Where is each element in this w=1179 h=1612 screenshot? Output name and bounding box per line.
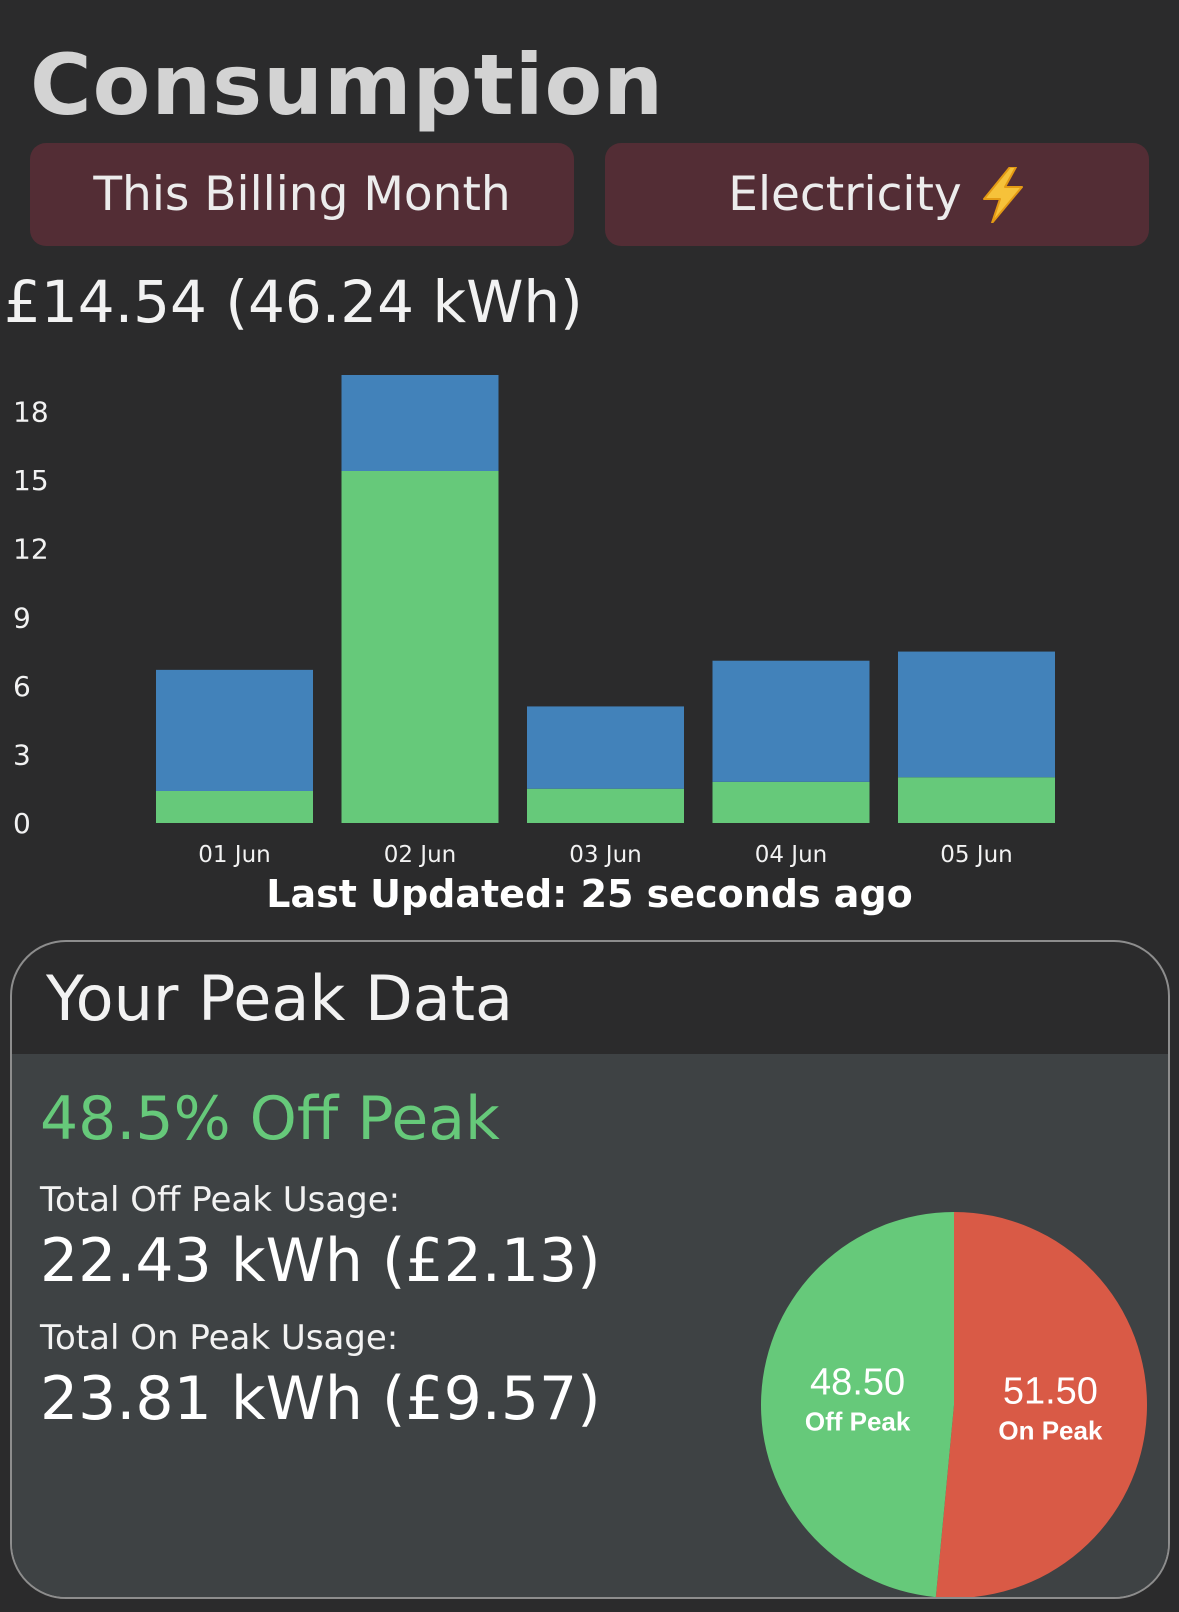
- on-peak-usage-value: 23.81 kWh (£9.57): [40, 1364, 601, 1434]
- y-tick-label: 3: [13, 738, 31, 771]
- cost-usage-summary: £14.54 (46.24 kWh): [4, 268, 583, 336]
- y-tick-label: 9: [13, 601, 31, 634]
- y-tick-label: 12: [13, 533, 49, 566]
- x-category-label: 05 Jun: [940, 842, 1013, 868]
- off-peak-usage-label: Total Off Peak Usage:: [40, 1180, 401, 1220]
- billing-period-label: This Billing Month: [93, 167, 511, 222]
- billing-period-button[interactable]: This Billing Month: [30, 143, 574, 246]
- x-category-label: 01 Jun: [198, 842, 271, 868]
- pie-label-off-peak-value: 48.50: [810, 1361, 905, 1403]
- pie-label-off-peak-name: Off Peak: [805, 1406, 911, 1436]
- fuel-type-label: Electricity: [728, 167, 962, 222]
- peak-data-card: Your Peak Data 48.5% Off Peak Total Off …: [10, 940, 1170, 1599]
- x-category-label: 04 Jun: [755, 842, 828, 868]
- fuel-type-button[interactable]: Electricity: [605, 143, 1149, 246]
- x-category-label: 03 Jun: [569, 842, 642, 868]
- pie-label-on-peak-value: 51.50: [1003, 1371, 1098, 1413]
- bar-segment-green[interactable]: [341, 471, 499, 823]
- bar-segment-green[interactable]: [898, 777, 1055, 823]
- peak-card-body: 48.5% Off Peak Total Off Peak Usage: 22.…: [12, 1054, 1168, 1597]
- bar-segment-blue[interactable]: [341, 375, 499, 471]
- peak-pie-chart: 48.50Off Peak 51.50On Peak: [761, 1212, 1147, 1597]
- pie-slice-off-peak[interactable]: [761, 1212, 954, 1597]
- bar-segment-blue[interactable]: [898, 651, 1055, 778]
- bar-segment-green[interactable]: [156, 791, 313, 823]
- y-tick-label: 15: [13, 464, 49, 497]
- on-peak-usage-label: Total On Peak Usage:: [40, 1318, 399, 1358]
- bar-segment-blue[interactable]: [527, 706, 684, 789]
- off-peak-usage-value: 22.43 kWh (£2.13): [40, 1226, 601, 1296]
- lightning-bolt-icon: [980, 166, 1026, 223]
- bar-segment-blue[interactable]: [156, 669, 313, 791]
- app-screen: Consumption This Billing Month Electrici…: [0, 0, 1179, 1612]
- pie-label-on-peak-name: On Peak: [998, 1416, 1103, 1446]
- off-peak-percent: 48.5% Off Peak: [40, 1084, 500, 1154]
- peak-card-header: Your Peak Data: [12, 942, 1168, 1054]
- y-tick-label: 6: [13, 670, 31, 703]
- peak-card-title: Your Peak Data: [46, 962, 514, 1035]
- bar-segment-green[interactable]: [712, 781, 870, 823]
- y-tick-label: 18: [13, 396, 49, 429]
- bar-segment-blue[interactable]: [712, 660, 870, 782]
- bar-segment-green[interactable]: [527, 788, 684, 823]
- page-title: Consumption: [30, 36, 665, 134]
- last-updated-status: Last Updated: 25 seconds ago: [266, 872, 913, 916]
- usage-bar-chart: 0 3 6 9 12 15 18 01 Jun 02 Jun 03 Jun 04 Jun 05 Jun: [13, 375, 1055, 868]
- y-tick-label: 0: [13, 807, 31, 840]
- x-category-label: 02 Jun: [384, 842, 457, 868]
